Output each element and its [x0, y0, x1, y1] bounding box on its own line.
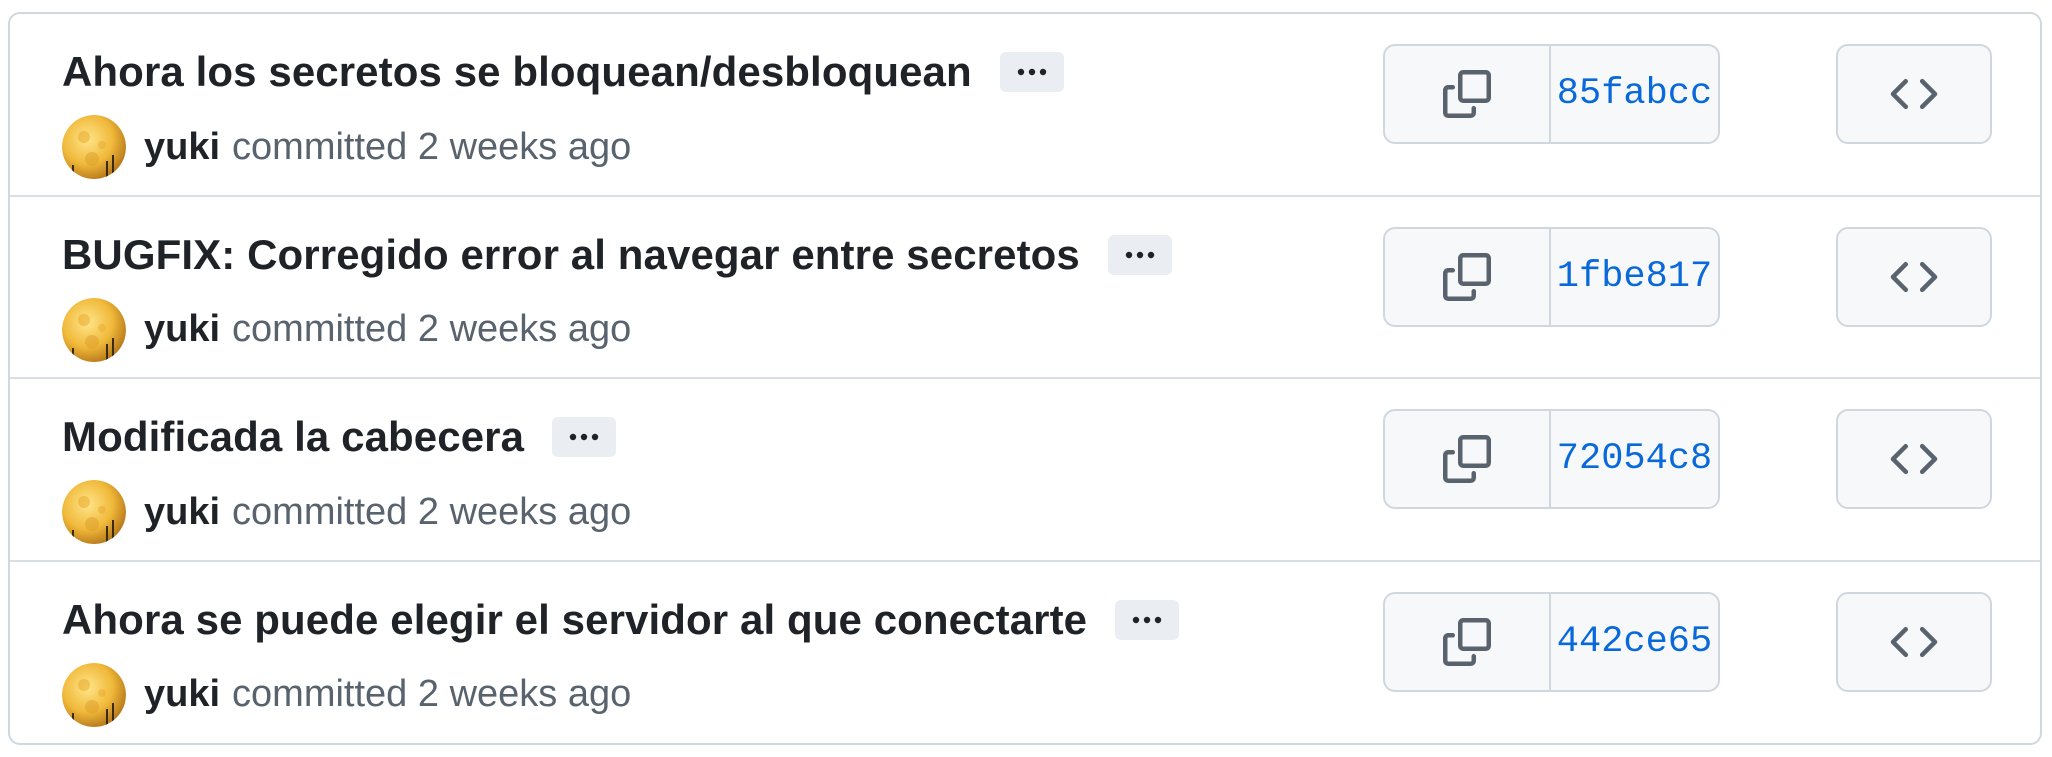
copy-icon [1443, 252, 1491, 301]
commit-author-link[interactable]: yuki [144, 491, 220, 534]
browse-repository-button[interactable] [1836, 226, 1992, 327]
commit-timestamp: committed 2 weeks ago [232, 490, 632, 533]
commit-author-link[interactable]: yuki [144, 126, 220, 169]
kebab-horizontal-icon [1125, 251, 1155, 258]
commit-sha-link[interactable]: 1fbe817 [1551, 229, 1718, 325]
copy-icon [1443, 617, 1491, 666]
browse-repository-button[interactable] [1836, 409, 1992, 509]
commit-title-link[interactable]: Ahora los secretos se bloquean/desbloque… [62, 48, 972, 96]
copy-sha-button[interactable] [1385, 593, 1551, 690]
sha-button-group: 85fabcc [1383, 44, 1720, 144]
commit-author-link[interactable]: yuki [144, 673, 220, 716]
kebab-horizontal-icon [569, 433, 599, 441]
commit-timestamp: committed 2 weeks ago [232, 125, 632, 168]
commit-row: BUGFIX: Corregido error al navegar entre… [10, 197, 2040, 379]
commit-title-line: Ahora se puede elegir el servidor al que… [62, 592, 1180, 648]
sha-button-group: 442ce65 [1383, 591, 1720, 692]
commit-sha-link[interactable]: 442ce65 [1551, 594, 1718, 690]
code-icon [1890, 626, 1938, 657]
avatar[interactable] [62, 662, 126, 727]
full-moon-avatar-icon [62, 662, 126, 727]
commit-meta: yuki committed 2 weeks ago [62, 114, 631, 180]
commit-author-link[interactable]: yuki [144, 308, 220, 351]
kebab-horizontal-icon [1017, 68, 1046, 76]
copy-icon [1443, 435, 1491, 483]
commit-list: Ahora los secretos se bloquean/desbloque… [8, 12, 2042, 745]
copy-sha-button[interactable] [1385, 46, 1551, 142]
sha-button-group: 72054c8 [1383, 409, 1720, 509]
browse-repository-button[interactable] [1836, 591, 1992, 692]
show-description-button[interactable] [999, 52, 1064, 92]
commit-row: Ahora los secretos se bloquean/desbloque… [10, 14, 2040, 197]
full-moon-avatar-icon [62, 115, 126, 179]
full-moon-avatar-icon [62, 297, 126, 362]
code-icon [1890, 261, 1938, 292]
show-description-button[interactable] [552, 417, 617, 457]
commit-title-link[interactable]: BUGFIX: Corregido error al navegar entre… [62, 231, 1080, 279]
avatar[interactable] [62, 115, 126, 179]
full-moon-avatar-icon [62, 480, 126, 544]
commit-row: Ahora se puede elegir el servidor al que… [10, 562, 2040, 744]
commit-sha-link[interactable]: 72054c8 [1551, 411, 1718, 507]
code-icon [1890, 443, 1938, 475]
commit-meta: yuki committed 2 weeks ago [62, 297, 631, 363]
avatar[interactable] [62, 480, 126, 544]
commit-meta: yuki committed 2 weeks ago [62, 479, 631, 545]
commit-title-link[interactable]: Modificada la cabecera [62, 413, 524, 461]
commit-sha-link[interactable]: 85fabcc [1551, 46, 1718, 142]
copy-sha-button[interactable] [1385, 411, 1551, 507]
sha-button-group: 1fbe817 [1383, 226, 1720, 327]
commit-title-link[interactable]: Ahora se puede elegir el servidor al que… [62, 596, 1087, 644]
commit-title-line: Modificada la cabecera [62, 409, 617, 465]
copy-sha-button[interactable] [1385, 228, 1551, 325]
commit-timestamp: committed 2 weeks ago [232, 673, 632, 715]
kebab-horizontal-icon [1132, 616, 1162, 623]
show-description-button[interactable] [1115, 599, 1180, 640]
show-description-button[interactable] [1107, 234, 1172, 275]
commit-row: Modificada la cabecera yuki committed 2 … [10, 379, 2040, 562]
commit-meta: yuki committed 2 weeks ago [62, 662, 631, 728]
avatar[interactable] [62, 297, 126, 362]
browse-repository-button[interactable] [1836, 44, 1992, 144]
commit-title-line: BUGFIX: Corregido error al navegar entre… [62, 227, 1172, 283]
commit-timestamp: committed 2 weeks ago [232, 308, 632, 350]
commit-title-line: Ahora los secretos se bloquean/desbloque… [62, 44, 1064, 100]
code-icon [1890, 78, 1938, 110]
copy-icon [1443, 70, 1491, 118]
